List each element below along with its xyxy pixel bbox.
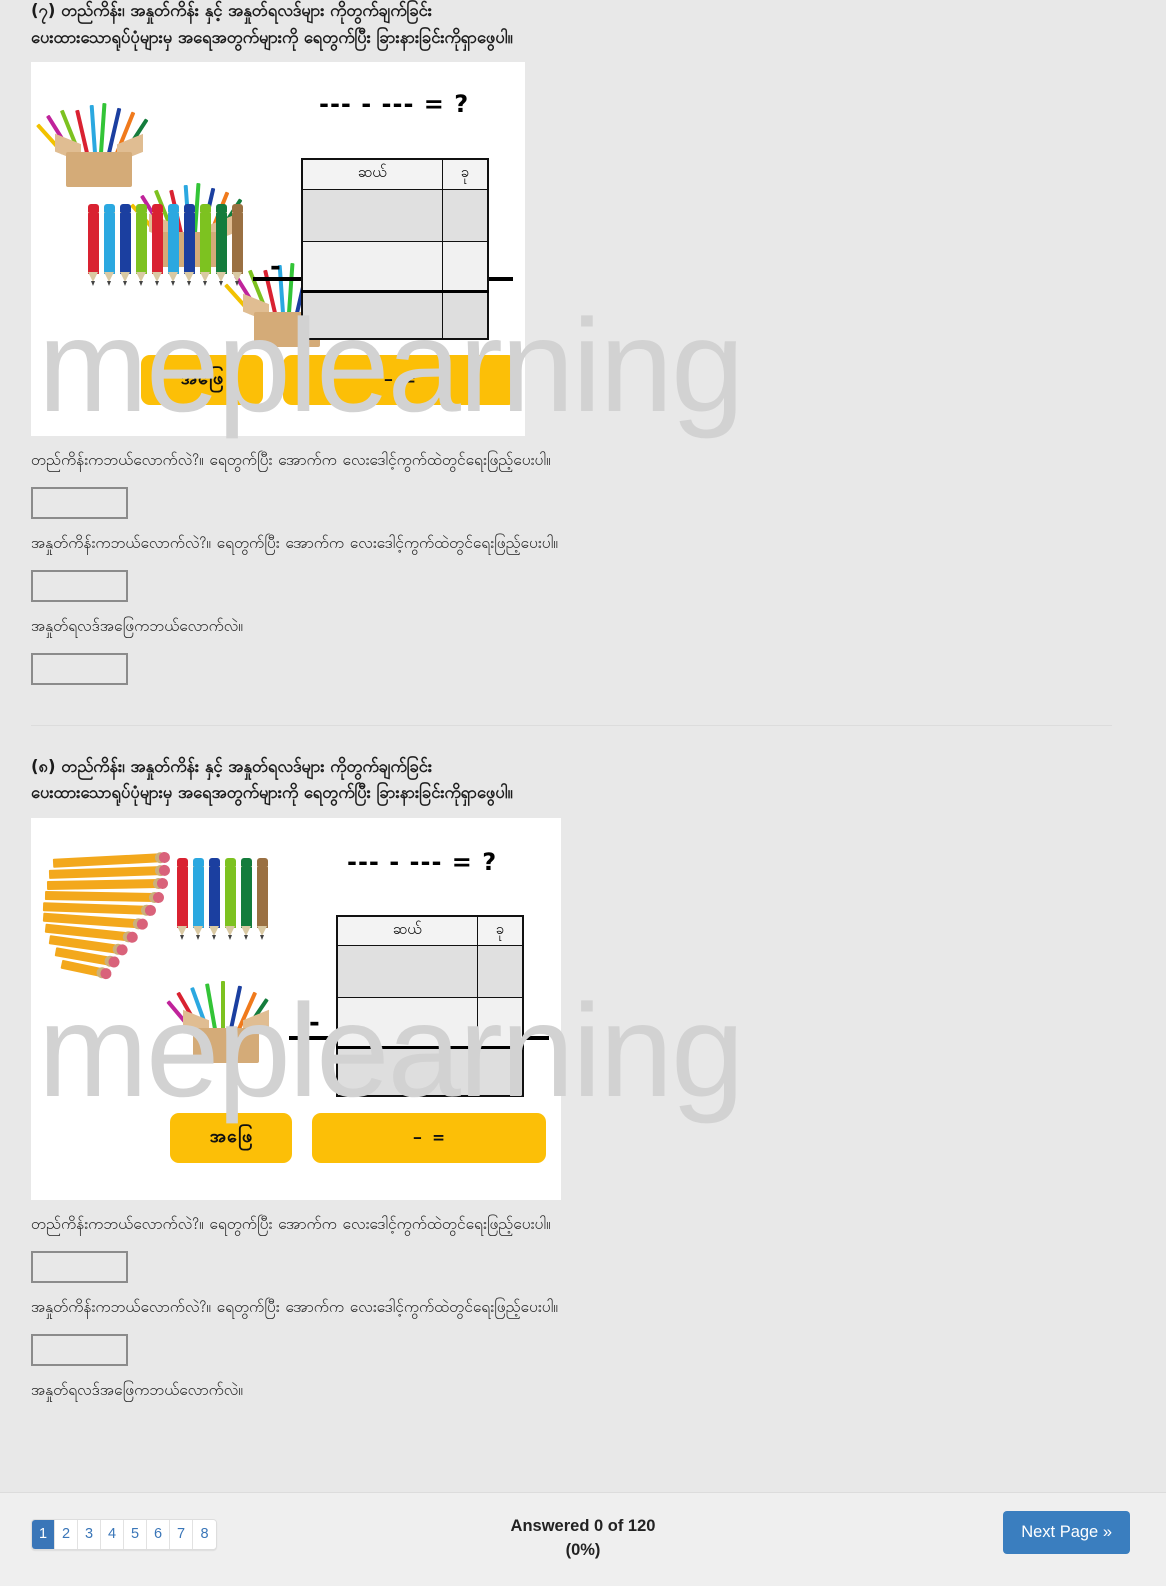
- table-cell: [336, 1046, 478, 1097]
- answer-input-difference[interactable]: [31, 652, 128, 685]
- place-value-table: ဆယ် ခု: [301, 158, 489, 340]
- question-8-heading: (၈) တည်ကိန်း၊ အနှုတ်ကိန်း နှင့် အနှုတ်ရလ…: [31, 756, 1112, 802]
- table-header-row: ဆယ် ခု: [336, 915, 524, 947]
- pagination-footer: 1 2 3 4 5 6 7 8 Answered 0 of 120 (0%) N…: [0, 1492, 1166, 1586]
- answer-button[interactable]: အဖြေ: [141, 355, 263, 405]
- answer-input-subtrahend[interactable]: [31, 569, 128, 602]
- table-header-tens: ဆယ်: [301, 158, 443, 190]
- loose-pencils-group: [88, 202, 258, 286]
- answered-count: Answered 0 of 120: [510, 1517, 656, 1535]
- table-cell: [476, 1046, 524, 1097]
- table-row: [301, 289, 489, 340]
- table-cell: [476, 945, 524, 999]
- answered-percent: (0%): [565, 1540, 601, 1559]
- table-header-row: ဆယ် ခု: [301, 158, 489, 190]
- question-8-prompt-2: အနှုတ်ကိန်းကဘယ်လောက်လဲ?။ ရေတွက်ပြီး အောက…: [31, 1296, 559, 1320]
- question-7-heading: (၇) တည်ကိန်း၊ အနှုတ်ကိန်း နှင့် အနှုတ်ရလ…: [31, 0, 1112, 46]
- equation-text: --- - --- = ?: [347, 847, 498, 876]
- table-row: [301, 188, 489, 242]
- table-row: [336, 945, 524, 999]
- table-cell: [336, 997, 478, 1049]
- minus-sign: -: [309, 1007, 320, 1038]
- worksheet-content: (၇) တည်ကိန်း၊ အနှုတ်ကိန်း နှင့် အနှုတ်ရလ…: [0, 0, 1142, 1403]
- question-7-heading-line2: ပေးထားသောရုပ်ပုံများမှ အရေအတွက်များကို ရ…: [31, 27, 513, 47]
- table-cell: [441, 240, 489, 292]
- table-cell: [301, 240, 443, 292]
- pencil-bundle-icon: [39, 850, 169, 990]
- table-row: [301, 240, 489, 292]
- answer-input-minuend[interactable]: [31, 1250, 128, 1283]
- answered-status: Answered 0 of 120 (0%): [0, 1515, 1166, 1563]
- pencil-box-icon: [36, 103, 149, 187]
- question-8-prompt-1: တည်ကိန်းကဘယ်လောက်လဲ?။ ရေတွက်ပြီး အောက်က …: [31, 1213, 551, 1237]
- table-cell: [336, 945, 478, 999]
- question-8-heading-line1: (၈) တည်ကိန်း၊ အနှုတ်ကိန်း နှင့် အနှုတ်ရလ…: [31, 756, 433, 776]
- table-cell: [441, 289, 489, 340]
- box-body: [65, 151, 133, 187]
- table-header-tens: ဆယ်: [336, 915, 478, 947]
- question-7-illustration: --- - --- = ? - ဆယ် ခု အဖြေ - =: [31, 62, 525, 436]
- answer-input-subtrahend[interactable]: [31, 1333, 128, 1366]
- next-page-button[interactable]: Next Page »: [1003, 1511, 1130, 1554]
- question-7-heading-line1: (၇) တည်ကိန်း၊ အနှုတ်ကိန်း နှင့် အနှုတ်ရလ…: [31, 1, 432, 20]
- box-body: [193, 1027, 259, 1063]
- question-divider: [31, 724, 1112, 726]
- place-value-table: ဆယ် ခု: [336, 914, 524, 1097]
- table-cell: [301, 289, 443, 340]
- equation-button[interactable]: - =: [283, 355, 517, 405]
- pencil-box-icon: [166, 981, 269, 1063]
- table-row: [336, 1046, 524, 1097]
- equation-text: --- - --- = ?: [319, 90, 470, 118]
- question-7-prompt-3: အနှုတ်ရလဒ်အဖြေကဘယ်လောက်လဲ။: [31, 615, 244, 639]
- question-8-heading-line2: ပေးထားသောရုပ်ပုံများမှ အရေအတွက်များကို ရ…: [31, 783, 513, 803]
- table-row: [336, 997, 524, 1049]
- question-8-prompt-3: အနှုတ်ရလဒ်အဖြေကဘယ်လောက်လဲ။: [31, 1379, 244, 1403]
- answer-button[interactable]: အဖြေ: [170, 1112, 292, 1163]
- table-header-ones: ခု: [476, 915, 524, 947]
- equation-button[interactable]: - =: [312, 1112, 546, 1163]
- table-cell: [476, 997, 524, 1049]
- question-7-prompt-1: တည်ကိန်းကဘယ်လောက်လဲ?။ ရေတွက်ပြီး အောက်က …: [31, 450, 551, 473]
- table-header-ones: ခု: [441, 158, 489, 190]
- loose-pencils-group: [177, 856, 287, 940]
- question-7-prompt-2: အနှုတ်ကိန်းကဘယ်လောက်လဲ?။ ရေတွက်ပြီး အောက…: [31, 532, 559, 556]
- question-8-illustration: --- - --- = ? - ဆယ် ခု အဖြေ - =: [31, 817, 561, 1200]
- table-cell: [441, 188, 489, 242]
- table-cell: [301, 188, 443, 242]
- question-block-8: (၈) တည်ကိန်း၊ အနှုတ်ကိန်း နှင့် အနှုတ်ရလ…: [0, 756, 1142, 1403]
- worksheet-page: meplearning meplearning (၇) တည်ကိန်း၊ အန…: [0, 0, 1166, 1586]
- question-block-7: (၇) တည်ကိန်း၊ အနှုတ်ကိန်း နှင့် အနှုတ်ရလ…: [0, 0, 1142, 685]
- answer-input-minuend[interactable]: [31, 486, 128, 519]
